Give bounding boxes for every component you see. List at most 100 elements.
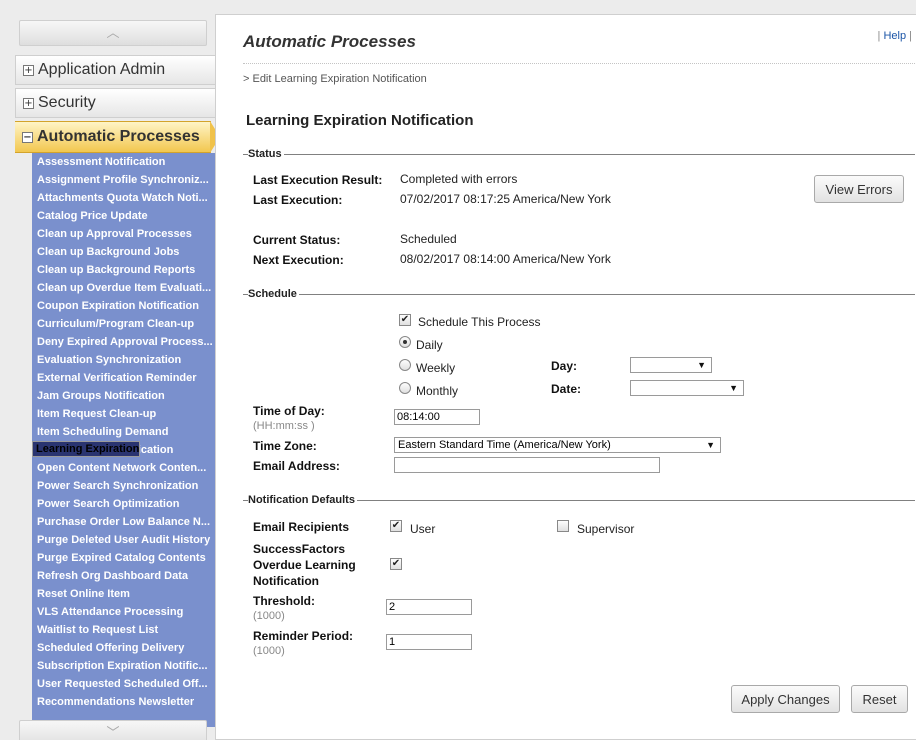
group-label: Schedule (248, 288, 299, 300)
process-menu: Assessment Notification Assignment Profil… (32, 153, 215, 727)
last-exec-value: 07/02/2017 08:17:25 America/New York (400, 192, 611, 206)
next-exec-label: Next Execution: (253, 253, 344, 267)
reset-button[interactable]: Reset (851, 685, 908, 713)
reminder-period-input[interactable] (386, 634, 472, 650)
next-exec-value: 08/02/2017 08:14:00 America/New York (400, 252, 611, 266)
user-label: User (410, 522, 436, 536)
section-application-admin[interactable]: + Application Admin (15, 55, 215, 85)
help-links: | Help | (877, 30, 912, 42)
sidebar-menu-item[interactable]: Power Search Synchronization (32, 477, 215, 495)
date-select[interactable]: ▼ (630, 380, 744, 396)
sidebar-menu-item[interactable]: Refresh Org Dashboard Data (32, 567, 215, 585)
sidebar-menu-item[interactable]: Waitlist to Request List (32, 621, 215, 639)
time-of-day-input[interactable] (394, 409, 480, 425)
scroll-up-button[interactable]: ︿ (19, 20, 207, 46)
sidebar-menu-item[interactable]: Purge Deleted User Audit History (32, 531, 215, 549)
sidebar-menu-item[interactable]: Catalog Price Update (32, 207, 215, 225)
sf-overdue-label-line1: SuccessFactors (253, 542, 346, 556)
reminder-period-hint: (1000) (253, 645, 285, 657)
sidebar-menu-item[interactable]: External Verification Reminder (32, 369, 215, 387)
sidebar-menu-item[interactable]: Assignment Profile Synchroniz... (32, 171, 215, 189)
main-panel: Automatic Processes | Help | > Edit Lear… (215, 14, 916, 740)
sidebar-menu-item[interactable]: User Requested Scheduled Off... (32, 675, 215, 693)
sf-overdue-label-line3: Notification (253, 574, 319, 588)
page-title: Automatic Processes (243, 32, 416, 51)
sidebar-menu-item[interactable]: Open Content Network Conten... (32, 459, 215, 477)
user-checkbox[interactable]: ✔ (390, 520, 402, 532)
time-zone-value: Eastern Standard Time (America/New York) (398, 439, 611, 451)
sidebar-menu-item[interactable]: Power Search Optimization (32, 495, 215, 513)
monthly-radio[interactable] (399, 382, 411, 394)
expand-icon: + (23, 98, 34, 109)
sidebar-menu-item[interactable]: Item Request Clean-up (32, 405, 215, 423)
collapse-icon: − (22, 132, 33, 143)
weekly-label: Weekly (416, 361, 456, 375)
day-label: Day: (551, 359, 578, 373)
title-divider (243, 63, 915, 64)
sidebar-menu-item[interactable]: Reset Online Item (32, 585, 215, 603)
schedule-group-header: Schedule (243, 288, 915, 300)
group-label: Notification Defaults (248, 494, 357, 506)
section-label: Application Admin (38, 61, 166, 78)
last-result-value: Completed with errors (400, 172, 518, 186)
supervisor-checkbox[interactable] (557, 520, 569, 532)
chevron-up-icon: ︿ (106, 25, 120, 40)
status-group-header: Status (243, 148, 915, 160)
threshold-label: Threshold: (253, 594, 315, 608)
sidebar-menu-item[interactable]: Evaluation Synchronization (32, 351, 215, 369)
time-zone-label: Time Zone: (253, 439, 317, 453)
sidebar: ︿ + Application Admin + Security − Automati… (15, 15, 215, 740)
current-status-value: Scheduled (400, 232, 457, 246)
email-recipients-label: Email Recipients (253, 520, 350, 534)
view-errors-button[interactable]: View Errors (814, 175, 904, 203)
sidebar-menu-item[interactable]: Purchase Order Low Balance N... (32, 513, 215, 531)
date-label: Date: (551, 382, 582, 396)
notification-group-header: Notification Defaults (243, 494, 915, 506)
sidebar-menu-item[interactable]: Recommendations Newsletter (32, 693, 215, 711)
sidebar-menu-item[interactable]: Learning Expiration (32, 441, 141, 457)
sidebar-menu-item[interactable]: Clean up Overdue Item Evaluati... (32, 279, 215, 297)
threshold-input[interactable] (386, 599, 472, 615)
chevron-down-icon: ﹀ (106, 725, 120, 740)
section-security[interactable]: + Security (15, 88, 215, 118)
time-of-day-label: Time of Day: (253, 404, 325, 418)
current-status-label: Current Status: (253, 233, 341, 247)
email-address-input[interactable] (394, 457, 660, 473)
monthly-label: Monthly (416, 384, 459, 398)
sidebar-menu-item[interactable]: Attachments Quota Watch Noti... (32, 189, 215, 207)
sf-overdue-label-line2: Overdue Learning (253, 558, 356, 572)
weekly-radio[interactable] (399, 359, 411, 371)
section-automatic-processes[interactable]: − Automatic Processes (15, 121, 211, 153)
sidebar-menu-item[interactable]: Clean up Background Jobs (32, 243, 215, 261)
sidebar-menu-item[interactable]: Scheduled Offering Delivery (32, 639, 215, 657)
reminder-period-label: Reminder Period: (253, 629, 354, 643)
expand-icon: + (23, 65, 34, 76)
scroll-down-button[interactable]: ﹀ (19, 720, 207, 740)
daily-radio[interactable] (399, 336, 411, 348)
help-link[interactable]: Help (883, 30, 906, 42)
sidebar-menu-item[interactable]: Deny Expired Approval Process... (32, 333, 215, 351)
sidebar-menu-item[interactable]: Clean up Approval Processes (32, 225, 215, 243)
dropdown-arrow-icon: ▼ (697, 360, 706, 370)
group-label: Status (248, 148, 284, 160)
apply-changes-button[interactable]: Apply Changes (731, 685, 840, 713)
threshold-hint: (1000) (253, 610, 285, 622)
sidebar-menu-item[interactable]: Assessment Notification (32, 153, 215, 171)
sidebar-menu-item[interactable]: Subscription Expiration Notific... (32, 657, 215, 675)
sidebar-menu-item[interactable]: Curriculum/Program Clean-up (32, 315, 215, 333)
day-select[interactable]: ▼ (630, 357, 712, 373)
sidebar-menu-item[interactable]: Item Scheduling Demand (32, 423, 215, 441)
time-format-hint: (HH:mm:ss ) (253, 420, 315, 432)
breadcrumb: > Edit Learning Expiration Notification (243, 73, 427, 85)
last-exec-label: Last Execution: (253, 193, 343, 207)
sf-overdue-checkbox[interactable]: ✔ (390, 558, 402, 570)
supervisor-label: Supervisor (577, 522, 635, 536)
sidebar-menu-item[interactable]: VLS Attendance Processing (32, 603, 215, 621)
time-zone-select[interactable]: Eastern Standard Time (America/New York)… (394, 437, 721, 453)
schedule-process-checkbox[interactable]: ✔ (399, 314, 411, 326)
sidebar-menu-item[interactable]: Coupon Expiration Notification (32, 297, 215, 315)
dropdown-arrow-icon: ▼ (729, 383, 738, 393)
sidebar-menu-item[interactable]: Purge Expired Catalog Contents (32, 549, 215, 567)
sidebar-menu-item[interactable]: Jam Groups Notification (32, 387, 215, 405)
sidebar-menu-item[interactable]: Clean up Background Reports (32, 261, 215, 279)
